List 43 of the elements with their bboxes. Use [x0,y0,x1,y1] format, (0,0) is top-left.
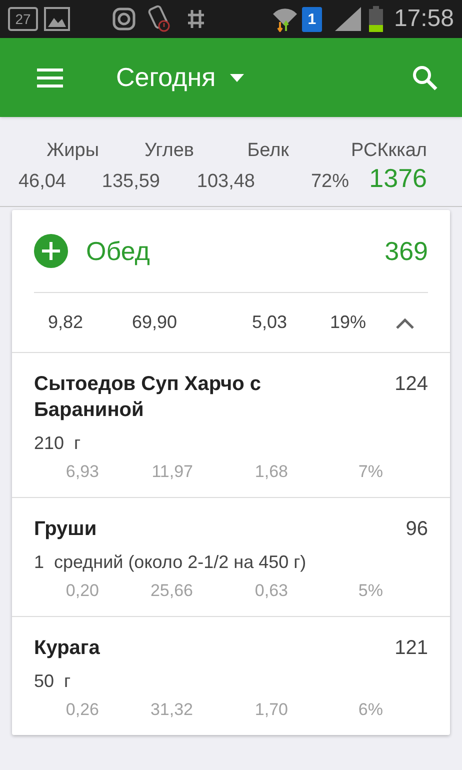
sim-number: 1 [308,12,316,26]
food-item[interactable]: Груши 96 1 средний (около 2-1/2 на 450 г) 0,20 25,66 0,63 5% [12,498,450,617]
food-calories: 124 [394,372,428,397]
serving-size: 210 г [34,433,81,453]
food-nutrient-value: 0,20 [66,581,99,600]
food-name: Груши [34,517,97,542]
summary-value: 72% [310,171,349,192]
food-nutrient-value: 25,66 [150,581,193,600]
food-nutrient-value: 6,93 [66,462,99,481]
meal-total-value: 19% [330,312,366,332]
summary-value: 103,48 [196,171,255,192]
meal-name: Обед [86,234,150,268]
meal-calories: 369 [384,234,428,268]
summary-label: РСКккал [351,140,427,161]
food-nutrient-value: 31,32 [150,700,193,719]
food-nutrient-value: 0,63 [254,581,288,600]
food-item[interactable]: Курага 121 50 г 0,26 31,32 1,70 6% [12,617,450,735]
summary-value: 46,04 [18,171,66,192]
date-dropdown[interactable]: Сегодня [116,58,244,97]
calorie-total: 1376 [369,163,427,193]
serving-size: 50 г [34,671,71,691]
food-nutrient-value: 11,97 [152,462,193,481]
calendar-day: 27 [15,12,31,26]
food-item[interactable]: Сытоедов Суп Харчо с Бараниной 124 210 г 6,93 11,97 1,68 7% [12,353,450,498]
food-name: Сытоедов Суп Харчо с Бараниной [34,372,262,423]
meal-total-value: 69,90 [132,312,177,332]
food-nutrient-value: 0,26 [66,700,99,719]
serving-size: 1 средний (около 2-1/2 на 450 г) [34,552,306,572]
food-nutrient-value: 6% [358,700,383,719]
food-nutrient-value: 1,68 [254,462,288,481]
clock-time: 17:58 [394,4,454,34]
food-nutrient-value: 5% [358,581,383,600]
summary-value: 135,59 [102,171,160,192]
food-calories: 96 [406,517,428,542]
food-nutrient-value: 7% [358,462,383,481]
meal-total-value: 9,82 [48,312,83,332]
meal-total-value: 5,03 [252,312,287,332]
summary-label: Углев [144,140,194,161]
food-calories: 121 [394,636,428,661]
food-nutrient-value: 1,70 [254,700,288,719]
food-name: Курага [34,636,100,661]
summary-label: Белк [247,140,289,161]
summary-label: Жиры [46,140,99,161]
